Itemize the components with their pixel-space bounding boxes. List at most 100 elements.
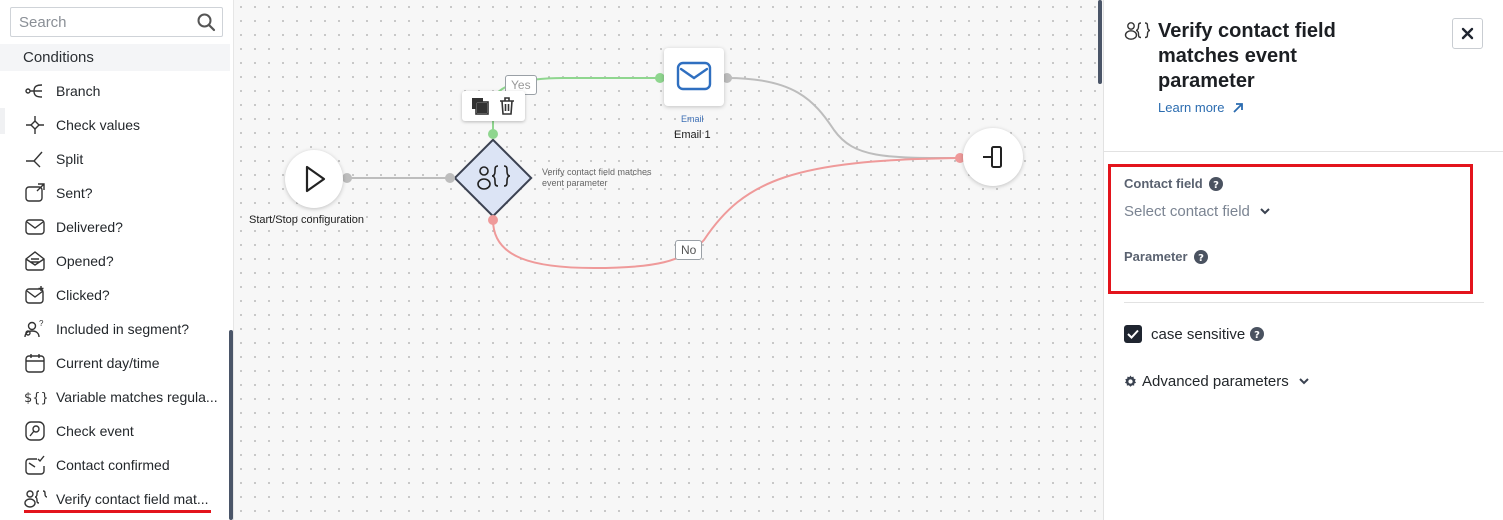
sidebar-item-clicked[interactable]: Clicked? (0, 278, 230, 312)
contact-field-select[interactable]: Select contact field (1124, 203, 1270, 220)
check-values-icon (26, 116, 44, 134)
sidebar-item-label: Variable matches regula... (56, 389, 218, 405)
active-item-underline (24, 510, 211, 513)
sent-icon (25, 183, 45, 202)
play-icon (305, 165, 326, 193)
close-icon (1461, 27, 1474, 40)
help-icon[interactable]: ? (1250, 327, 1265, 341)
contact-field-label: Contact field ? (1124, 176, 1223, 191)
sidebar-item-check-values[interactable]: Check values (0, 108, 230, 142)
sidebar-scrollbar[interactable] (229, 330, 233, 520)
panel-title: Verify contact field matches event param… (1158, 20, 1336, 92)
start-node[interactable] (285, 150, 343, 208)
svg-text:?: ? (1254, 330, 1260, 341)
sidebar-item-label: Sent? (56, 185, 93, 201)
exit-node[interactable] (963, 128, 1023, 186)
sidebar-item-label: Included in segment? (56, 321, 190, 337)
port-start-out (342, 173, 352, 183)
email-icon (676, 61, 712, 91)
email-node-type: Email (681, 114, 704, 124)
sidebar-item-sent[interactable]: Sent? (0, 176, 230, 210)
variable-regex-icon: ${} (24, 391, 47, 406)
sidebar-item-included-in-segment[interactable]: ? Included in segment? (0, 312, 230, 346)
sidebar-item-label: Verify contact field mat... (56, 491, 209, 507)
sidebar-item-label: Current day/time (56, 355, 160, 371)
learn-more-link[interactable]: Learn more (1158, 100, 1244, 115)
verify-contact-field-icon (1124, 22, 1150, 40)
trash-icon[interactable] (496, 95, 518, 117)
advanced-parameters-label: Advanced parameters (1142, 373, 1289, 390)
branch-icon (25, 84, 43, 98)
segment-icon: ? (24, 319, 44, 338)
sidebar-item-label: Clicked? (56, 287, 110, 303)
contact-field-placeholder: Select contact field (1124, 203, 1250, 220)
sidebar-item-variable-matches-regex[interactable]: ${} Variable matches regula... (0, 380, 230, 414)
search-icon[interactable] (196, 12, 216, 32)
case-sensitive-checkbox[interactable] (1124, 325, 1142, 343)
conditions-list: Branch Check values Split Sent? Delivere… (0, 74, 230, 516)
help-icon[interactable]: ? (1193, 249, 1208, 264)
exit-icon (983, 146, 1002, 168)
help-icon[interactable]: ? (1208, 176, 1223, 191)
workflow-canvas[interactable]: Start/Stop configuration Email Email 1 V… (234, 0, 1103, 520)
port-condition-in (445, 173, 455, 183)
external-link-icon (1233, 102, 1244, 113)
sidebar-item-label: Split (56, 151, 84, 167)
case-sensitive-label[interactable]: case sensitive (1151, 326, 1245, 343)
chevron-down-icon (1260, 208, 1270, 215)
panel-divider (1104, 151, 1503, 152)
node-toolbar (462, 91, 525, 121)
checkmark-icon (1127, 329, 1139, 339)
canvas-scrollbar[interactable] (1098, 0, 1102, 84)
port-condition-yes (488, 129, 498, 139)
calendar-icon (25, 354, 45, 373)
app-window: Conditions Branch Check values Split (0, 0, 1503, 520)
email-node[interactable] (664, 48, 724, 106)
sidebar-item-contact-confirmed[interactable]: Contact confirmed (0, 448, 230, 482)
close-button[interactable] (1452, 18, 1483, 49)
contact-confirmed-icon (25, 455, 45, 475)
port-condition-no (488, 215, 498, 225)
copy-icon[interactable] (469, 95, 491, 117)
sidebar-item-label: Check values (56, 117, 141, 133)
sidebar-item-split[interactable]: Split (0, 142, 230, 176)
split-icon (26, 151, 43, 168)
chevron-down-icon (1299, 378, 1309, 385)
search-box[interactable] (10, 7, 223, 37)
svg-text:${}: ${} (24, 391, 47, 406)
svg-text:?: ? (39, 319, 44, 328)
connector-email-to-exit (726, 77, 961, 159)
case-sensitive-row: case sensitive ? (1124, 325, 1265, 343)
verify-contact-field-icon (24, 490, 47, 508)
sidebar-item-label: Contact confirmed (56, 457, 170, 473)
parameter-label: Parameter ? (1124, 249, 1208, 264)
advanced-parameters-toggle[interactable]: Advanced parameters (1124, 373, 1309, 390)
parameter-label-text: Parameter (1124, 249, 1188, 264)
search-input[interactable] (11, 8, 191, 36)
condition-node-caption: Verify contact field matches event param… (542, 167, 652, 188)
gear-icon (1124, 375, 1137, 387)
properties-panel: Verify contact field matches event param… (1103, 0, 1503, 520)
opened-icon (25, 251, 45, 271)
svg-text:?: ? (1198, 253, 1204, 264)
svg-text:?: ? (1213, 180, 1219, 191)
email-node-name: Email 1 (674, 129, 711, 141)
sidebar-item-label: Opened? (56, 253, 114, 269)
sidebar-item-label: Check event (56, 423, 134, 439)
clicked-icon (25, 286, 44, 304)
sidebar-item-branch[interactable]: Branch (0, 74, 230, 108)
check-event-icon (25, 421, 45, 441)
sidebar-item-label: Branch (56, 83, 101, 99)
sidebar-item-check-event[interactable]: Check event (0, 414, 230, 448)
no-branch-label: No (675, 240, 703, 260)
conditions-sidebar: Conditions Branch Check values Split (0, 0, 234, 520)
sidebar-item-label: Delivered? (56, 219, 123, 235)
condition-node[interactable] (453, 138, 533, 218)
conditions-section-title: Conditions (0, 44, 230, 71)
sidebar-item-opened[interactable]: Opened? (0, 244, 230, 278)
contact-field-label-text: Contact field (1124, 176, 1203, 191)
sidebar-item-current-day-time[interactable]: Current day/time (0, 346, 230, 380)
panel-divider (1124, 302, 1484, 303)
start-node-label: Start/Stop configuration (249, 214, 364, 226)
sidebar-item-delivered[interactable]: Delivered? (0, 210, 230, 244)
